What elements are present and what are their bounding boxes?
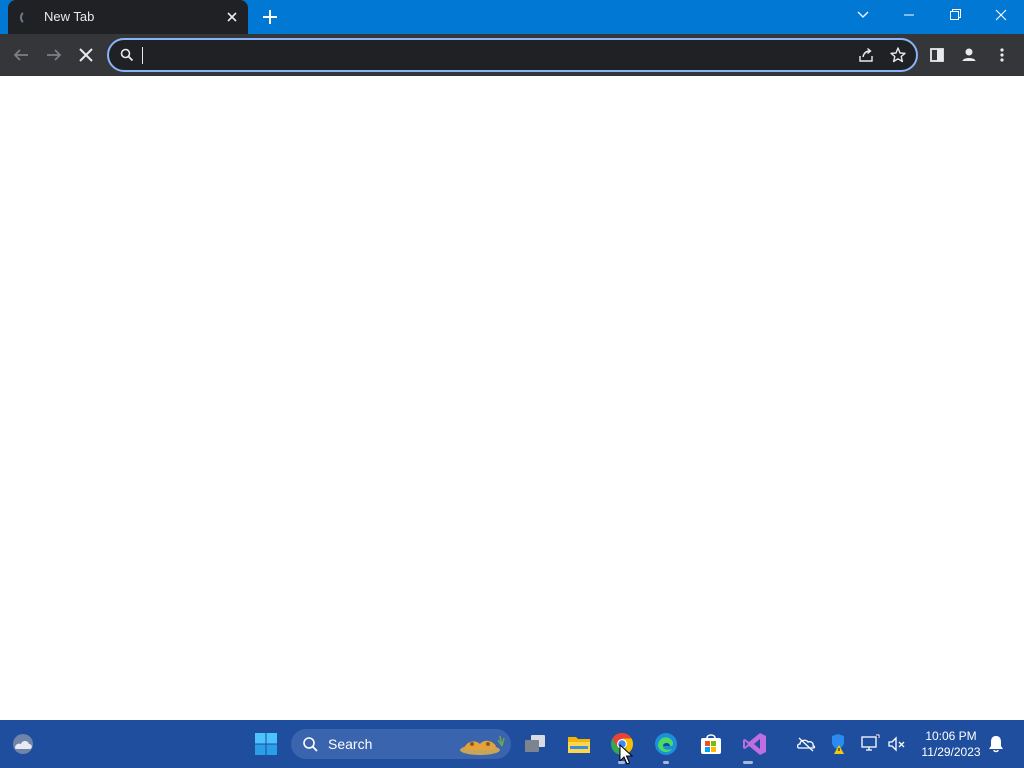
browser-toolbar [0,34,1024,76]
visual-studio-running-indicator [743,761,753,764]
forward-button[interactable] [41,42,67,68]
search-icon [303,737,318,752]
network-icon[interactable] [860,734,880,754]
security-warning-icon[interactable] [828,733,848,755]
chrome-running-indicator [618,761,625,764]
clock-time: 10:06 PM [925,729,977,743]
back-button[interactable] [8,42,34,68]
tab-title: New Tab [44,9,95,24]
close-window-button[interactable] [986,2,1016,28]
share-icon[interactable] [857,46,875,64]
minimize-button[interactable] [894,2,924,28]
microsoft-store-icon[interactable] [698,732,724,756]
profile-icon[interactable] [956,42,982,68]
windows-start-icon[interactable] [254,732,278,756]
tab-new-tab[interactable]: New Tab [8,0,248,34]
more-menu-icon[interactable] [989,42,1015,68]
restore-button[interactable] [940,2,970,28]
onedrive-offline-icon[interactable] [796,734,816,754]
taskbar: Search 10:06 PM 11/29/2023 [0,720,1024,768]
visual-studio-icon[interactable] [742,731,768,757]
new-tab-button[interactable] [258,5,282,29]
edge-icon[interactable] [653,731,679,757]
system-clock[interactable]: 10:06 PM 11/29/2023 [912,728,990,760]
address-bar[interactable] [107,38,918,72]
page-content[interactable] [0,76,1024,720]
file-explorer-icon[interactable] [566,732,592,756]
volume-muted-icon[interactable] [886,734,906,754]
search-highlight-icon [460,735,505,755]
tab-search-button[interactable] [848,2,878,28]
bookmark-star-icon[interactable] [889,46,907,64]
text-cursor [142,47,143,64]
edge-running-indicator [663,761,669,764]
clock-date: 11/29/2023 [921,745,981,759]
notification-bell-icon[interactable] [987,734,1005,754]
weather-icon[interactable] [10,732,36,756]
tab-close-icon[interactable] [224,9,240,25]
side-panel-icon[interactable] [924,42,950,68]
search-label: Search [328,736,373,752]
stop-loading-button[interactable] [73,42,99,68]
loading-spinner-icon [20,10,35,25]
title-bar: New Tab [0,0,1024,34]
taskbar-search-box[interactable]: Search [291,729,511,759]
search-icon [120,48,134,62]
task-view-icon[interactable] [522,732,548,756]
